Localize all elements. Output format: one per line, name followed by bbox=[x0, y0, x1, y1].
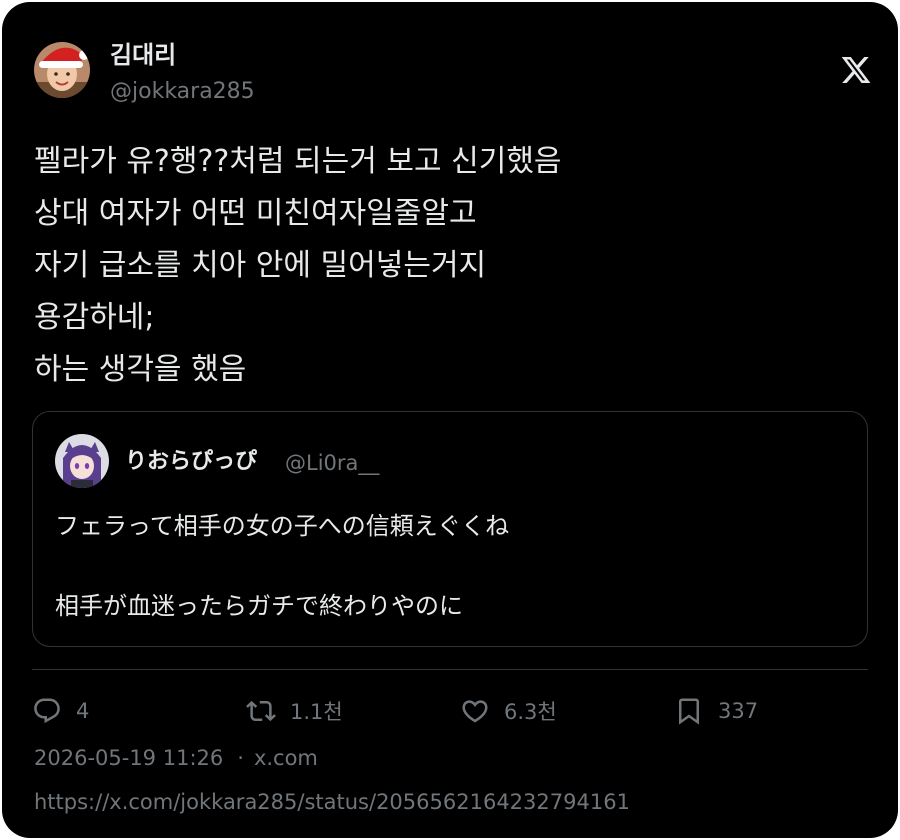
repost-count: 1.1천 bbox=[290, 700, 343, 724]
divider bbox=[32, 669, 868, 670]
tweet-line: 하는 생각을 했음 bbox=[34, 352, 247, 387]
repost-button[interactable]: 1.1천 bbox=[246, 694, 343, 728]
tweet-line: 상대 여자가 어떤 미친여자일줄알고 bbox=[34, 196, 477, 231]
meta-separator: · bbox=[237, 746, 244, 770]
tweet-line: 용감하네; bbox=[34, 300, 155, 335]
source-label[interactable]: x.com bbox=[254, 746, 318, 770]
timestamp[interactable]: 2026-05-19 11:26 bbox=[34, 746, 223, 770]
tweet-card: 김대리 @jokkara285 펠라가 유?행??처럼 되는거 보고 신기했음 … bbox=[2, 2, 898, 838]
quoted-line: 相手が血迷ったらガチで終わりやのに bbox=[55, 592, 463, 620]
bookmark-count: 337 bbox=[718, 699, 759, 723]
reply-icon bbox=[34, 698, 60, 724]
bookmark-button[interactable]: 337 bbox=[674, 694, 758, 728]
tweet-meta: 2026-05-19 11:26 · x.com bbox=[34, 744, 318, 772]
x-logo-icon[interactable] bbox=[840, 54, 872, 86]
quoted-line bbox=[55, 546, 845, 586]
anime-girl-avatar-icon bbox=[55, 434, 109, 488]
quoted-line: フェラって相手の女の子への信頼えぐくね bbox=[55, 512, 510, 540]
quoted-text: フェラって相手の女の子への信頼えぐくね 相手が血迷ったらガチで終わりやのに bbox=[55, 506, 845, 626]
heart-icon bbox=[462, 700, 488, 723]
santa-hat-avatar-icon bbox=[34, 42, 90, 98]
reply-button[interactable]: 4 bbox=[32, 694, 89, 728]
repost-icon bbox=[246, 700, 276, 722]
author-display-name[interactable]: 김대리 bbox=[110, 40, 176, 70]
tweet-url[interactable]: https://x.com/jokkara285/status/20565621… bbox=[34, 788, 630, 816]
quoted-author-avatar[interactable] bbox=[55, 434, 109, 488]
like-count: 6.3천 bbox=[504, 700, 557, 724]
quoted-display-name[interactable]: りおらぴっぴ bbox=[125, 448, 257, 476]
tweet-text: 펠라가 유?행??처럼 되는거 보고 신기했음 상대 여자가 어떤 미친여자일줄… bbox=[34, 136, 854, 396]
bookmark-icon bbox=[679, 698, 699, 725]
tweet-line: 자기 급소를 치아 안에 밀어넣는거지 bbox=[34, 248, 487, 283]
author-handle[interactable]: @jokkara285 bbox=[110, 78, 255, 106]
tweet-line: 펠라가 유?행??처럼 되는거 보고 신기했음 bbox=[34, 144, 562, 179]
like-button[interactable]: 6.3천 bbox=[460, 694, 557, 728]
reply-count: 4 bbox=[76, 699, 90, 723]
quoted-tweet[interactable]: りおらぴっぴ @Li0ra__ フェラって相手の女の子への信頼えぐくね 相手が血… bbox=[32, 411, 868, 647]
author-avatar[interactable] bbox=[34, 42, 90, 98]
quoted-handle[interactable]: @Li0ra__ bbox=[285, 449, 379, 477]
